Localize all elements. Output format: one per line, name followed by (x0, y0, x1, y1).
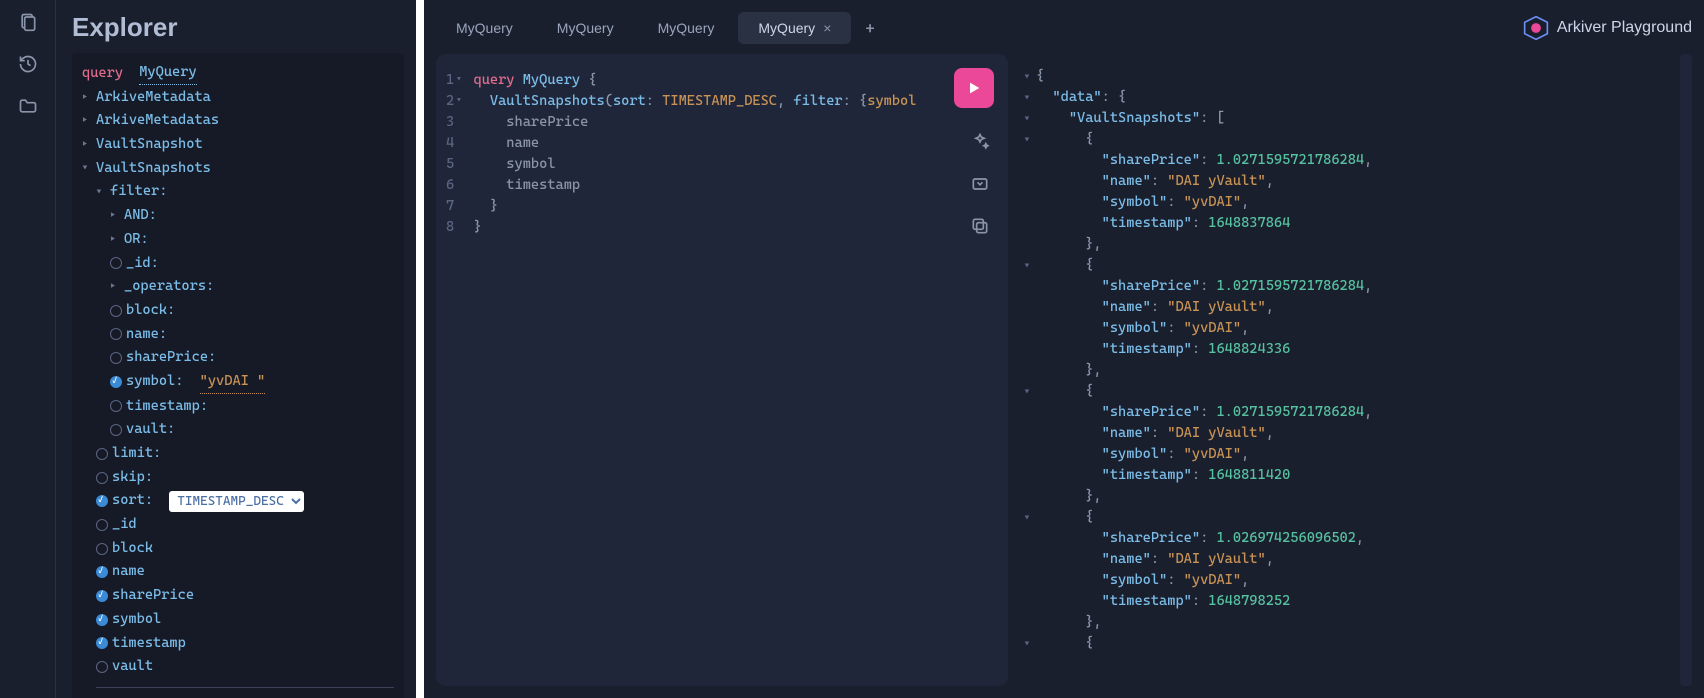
tab-1[interactable]: MyQuery (537, 12, 634, 44)
field-shareprice[interactable]: sharePrice (82, 584, 394, 608)
main-area: MyQuery MyQuery MyQuery MyQuery × + Arki… (424, 0, 1704, 698)
tab-3[interactable]: MyQuery × (738, 12, 851, 44)
query-editor[interactable]: 1▾2▾3 4 5 6 7 8 query MyQuery { VaultSna… (436, 54, 1008, 686)
field-name[interactable]: name (82, 560, 394, 584)
filter-vault[interactable]: vault: (82, 418, 394, 442)
arg-filter[interactable]: ▾filter: (82, 180, 394, 204)
prettify-icon[interactable] (970, 132, 990, 152)
filter-and[interactable]: ▸AND: (82, 204, 394, 228)
arg-skip[interactable]: skip: (82, 466, 394, 490)
close-icon[interactable]: × (823, 20, 831, 36)
filter-name[interactable]: name: (82, 323, 394, 347)
docs-icon[interactable] (16, 10, 40, 34)
tab-bar: MyQuery MyQuery MyQuery MyQuery × + Arki… (436, 12, 1692, 44)
add-tab-button[interactable]: + (855, 13, 884, 44)
sort-select[interactable]: TIMESTAMP_DESC (169, 491, 304, 512)
icon-rail (0, 0, 56, 698)
filter-shareprice[interactable]: sharePrice: (82, 346, 394, 370)
explorer-panel: Explorer query MyQuery ▸ArkiveMetadata ▸… (56, 0, 416, 698)
filter-operators[interactable]: ▸_operators: (82, 275, 394, 299)
field-block[interactable]: block (82, 537, 394, 561)
brand-icon (1523, 15, 1549, 41)
filter-or[interactable]: ▸OR: (82, 228, 394, 252)
explorer-title: Explorer (72, 12, 404, 43)
tab-0[interactable]: MyQuery (436, 12, 533, 44)
merge-icon[interactable] (970, 174, 990, 194)
type-arkivemetadata[interactable]: ▸ArkiveMetadata (82, 86, 394, 110)
field-timestamp[interactable]: timestamp (82, 632, 394, 656)
filter-block[interactable]: block: (82, 299, 394, 323)
scrollbar[interactable] (1680, 54, 1692, 686)
filter-symbol[interactable]: symbol: "yvDAI " (82, 370, 394, 395)
history-icon[interactable] (16, 52, 40, 76)
filter-id[interactable]: _id: (82, 252, 394, 276)
divider (96, 687, 394, 688)
run-button[interactable] (954, 68, 994, 108)
explorer-tree: query MyQuery ▸ArkiveMetadata ▸ArkiveMet… (72, 53, 404, 698)
field-vault[interactable]: vault (82, 655, 394, 679)
tab-2[interactable]: MyQuery (638, 12, 735, 44)
type-vaultsnapshot[interactable]: ▸VaultSnapshot (82, 133, 394, 157)
arg-limit[interactable]: limit: (82, 442, 394, 466)
field-id[interactable]: _id (82, 513, 394, 537)
type-vaultsnapshots[interactable]: ▾VaultSnapshots (82, 157, 394, 181)
arg-sort[interactable]: sort: TIMESTAMP_DESC (82, 489, 394, 513)
resize-handle[interactable] (416, 0, 424, 698)
field-symbol[interactable]: symbol (82, 608, 394, 632)
copy-icon[interactable] (970, 216, 990, 236)
filter-timestamp[interactable]: timestamp: (82, 395, 394, 419)
folder-icon[interactable] (16, 94, 40, 118)
brand: Arkiver Playground (1523, 15, 1692, 41)
results-panel[interactable]: ▾{▾ "data": {▾ "VaultSnapshots": [▾ { "s… (1008, 54, 1680, 686)
query-header[interactable]: query MyQuery (82, 61, 394, 86)
type-arkivemetadatas[interactable]: ▸ArkiveMetadatas (82, 109, 394, 133)
